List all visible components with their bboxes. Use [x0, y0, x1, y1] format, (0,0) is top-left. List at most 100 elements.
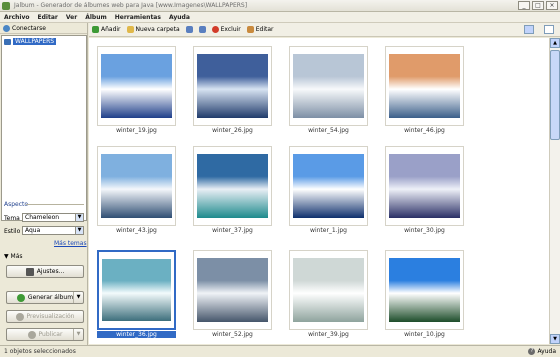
thumbnail-item[interactable]: winter_10.jpg	[385, 250, 464, 343]
style-select[interactable]: Aqua ▼	[22, 226, 84, 235]
chevron-down-icon: ▼	[75, 227, 83, 234]
grid-view-icon[interactable]	[524, 25, 534, 34]
thumbnail-image	[101, 54, 172, 118]
folder-icon	[126, 26, 134, 33]
exclude-icon	[211, 26, 219, 33]
settings-icon	[25, 267, 34, 276]
thumbnail-caption: winter_26.jpg	[212, 127, 253, 134]
thumbnail-image	[389, 258, 460, 322]
thumbnail-image	[197, 154, 268, 218]
edit-label: Editar	[255, 26, 274, 33]
menu-archivo[interactable]: Archivo	[0, 14, 34, 21]
thumbnail-image	[102, 259, 171, 321]
add-button[interactable]: Añadir	[89, 26, 124, 33]
scroll-thumb[interactable]	[550, 50, 560, 140]
thumbnail-image	[101, 154, 172, 218]
thumbnail-frame	[193, 250, 272, 330]
chevron-down-icon[interactable]: ▼	[73, 292, 83, 303]
close-button[interactable]: ×	[546, 1, 558, 10]
thumbnail-frame	[385, 46, 464, 126]
theme-value: Chameleon	[25, 214, 60, 221]
edit-button[interactable]: Editar	[244, 26, 277, 33]
thumbnail-frame	[289, 250, 368, 330]
thumbnail-caption: winter_39.jpg	[308, 331, 349, 338]
help-icon: ?	[528, 348, 536, 355]
aspect-divider	[26, 204, 84, 205]
thumbnail-item[interactable]: winter_26.jpg	[193, 46, 272, 139]
pencil-icon	[246, 26, 254, 33]
tree-item-label: WALLPAPERS	[13, 38, 57, 45]
more-themes-link[interactable]: Más temas	[54, 240, 87, 247]
settings-button[interactable]: Ajustes...	[6, 265, 84, 278]
window-controls: _ □ ×	[518, 1, 558, 10]
thumbnail-gallery[interactable]: winter_19.jpg winter_26.jpg winter_54.jpg w…	[89, 38, 549, 344]
folder-icon	[4, 38, 11, 45]
thumbnail-caption: winter_30.jpg	[404, 227, 445, 234]
thumbnail-item[interactable]: winter_54.jpg	[289, 46, 368, 139]
publish-button[interactable]: Publicar ▼	[6, 328, 84, 341]
menu-ver[interactable]: Ver	[62, 14, 81, 21]
thumbnail-item[interactable]: winter_43.jpg	[97, 146, 176, 239]
thumbnail-item[interactable]: winter_36.jpg	[97, 250, 176, 343]
thumbnail-image	[293, 54, 364, 118]
thumbnail-caption: winter_1.jpg	[310, 227, 347, 234]
new-folder-label: Nueva carpeta	[135, 26, 180, 33]
thumbnail-image	[197, 54, 268, 118]
minimize-button[interactable]: _	[518, 1, 530, 10]
thumbnail-item[interactable]: winter_52.jpg	[193, 250, 272, 343]
thumbnail-caption: winter_37.jpg	[212, 227, 253, 234]
status-text: 1 objetos seleccionados	[4, 348, 76, 355]
thumbnail-image	[293, 154, 364, 218]
preview-button[interactable]: Previsualización	[6, 310, 84, 323]
rotate-left-button[interactable]	[183, 26, 196, 33]
thumbnail-item[interactable]: winter_37.jpg	[193, 146, 272, 239]
list-view-icon[interactable]	[544, 25, 554, 34]
thumbnail-frame	[289, 46, 368, 126]
thumbnail-item[interactable]: winter_1.jpg	[289, 146, 368, 239]
view-switcher	[524, 25, 554, 34]
more-toggle[interactable]: ▼ Más	[4, 253, 23, 260]
thumbnail-caption: winter_10.jpg	[404, 331, 445, 338]
thumbnail-frame	[97, 250, 176, 330]
rotate-right-button[interactable]	[196, 26, 209, 33]
gallery-scrollbar[interactable]: ▲ ▼	[549, 38, 560, 344]
menu-editar[interactable]: Editar	[34, 14, 62, 21]
folder-tree[interactable]: WALLPAPERS	[1, 35, 87, 221]
thumbnail-frame	[97, 46, 176, 126]
help-link[interactable]: ? Ayuda	[528, 348, 556, 355]
menu-herramientas[interactable]: Herramientas	[111, 14, 165, 21]
exclude-label: Excluir	[220, 26, 241, 33]
thumbnail-image	[389, 154, 460, 218]
thumbnail-frame	[193, 146, 272, 226]
thumbnail-frame	[193, 46, 272, 126]
theme-select[interactable]: Chameleon ▼	[22, 213, 84, 222]
thumbnail-item[interactable]: winter_46.jpg	[385, 46, 464, 139]
chevron-down-icon[interactable]: ▼	[73, 329, 83, 340]
new-folder-button[interactable]: Nueva carpeta	[124, 26, 183, 33]
scroll-up-icon[interactable]: ▲	[550, 38, 560, 48]
thumbnail-item[interactable]: winter_39.jpg	[289, 250, 368, 343]
maximize-button[interactable]: □	[532, 1, 544, 10]
menu-album[interactable]: Álbum	[81, 14, 111, 21]
thumbnail-caption: winter_19.jpg	[116, 127, 157, 134]
thumbnail-frame	[97, 146, 176, 226]
tree-item-wallpapers[interactable]: WALLPAPERS	[4, 38, 86, 45]
window-title: Jalbum - Generador de álbumes web para J…	[14, 2, 248, 9]
thumbnail-item[interactable]: winter_30.jpg	[385, 146, 464, 239]
generate-icon	[16, 293, 25, 302]
thumbnail-frame	[385, 146, 464, 226]
thumbnail-caption: winter_54.jpg	[308, 127, 349, 134]
thumbnail-item[interactable]: winter_19.jpg	[97, 46, 176, 139]
style-label: Estilo	[4, 228, 21, 235]
thumbnail-caption: winter_46.jpg	[404, 127, 445, 134]
exclude-button[interactable]: Excluir	[209, 26, 244, 33]
connect-row[interactable]: Conectarse	[0, 23, 87, 34]
generate-album-button[interactable]: Generar álbum ▼	[6, 291, 84, 304]
toolbar: Añadir Nueva carpeta Excluir Editar	[89, 23, 560, 37]
publish-label: Publicar	[38, 331, 63, 338]
settings-label: Ajustes...	[36, 268, 65, 275]
menu-ayuda[interactable]: Ayuda	[165, 14, 194, 21]
scroll-down-icon[interactable]: ▼	[550, 334, 560, 344]
menu-bar: Archivo Editar Ver Álbum Herramientas Ay…	[0, 12, 560, 23]
publish-icon	[27, 330, 36, 339]
